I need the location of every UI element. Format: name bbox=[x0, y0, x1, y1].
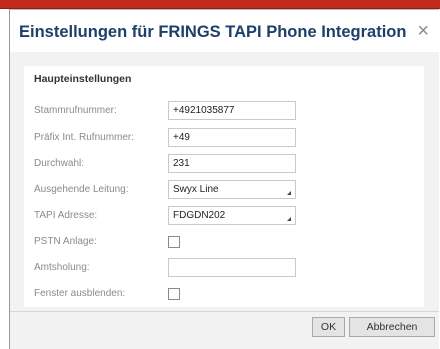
durchwahl-label: Durchwahl: bbox=[34, 158, 85, 169]
settings-dialog: Einstellungen für FRINGS TAPI Phone Inte… bbox=[9, 9, 439, 349]
fenster-ausblenden-label: Fenster ausblenden: bbox=[34, 288, 126, 299]
section-title: Haupteinstellungen bbox=[34, 73, 132, 85]
dialog-title: Einstellungen für FRINGS TAPI Phone Inte… bbox=[19, 23, 407, 41]
close-icon[interactable]: × bbox=[417, 21, 429, 41]
ausgehende-leitung-value: Swyx Line bbox=[173, 184, 219, 195]
durchwahl-input[interactable]: 231 bbox=[168, 154, 296, 173]
ausgehende-leitung-select[interactable]: Swyx Line bbox=[168, 180, 296, 199]
tapi-adresse-label: TAPI Adresse: bbox=[34, 210, 98, 221]
tapi-adresse-select[interactable]: FDGDN202 bbox=[168, 206, 296, 225]
cancel-button[interactable]: Abbrechen bbox=[349, 317, 435, 337]
dialog-titlebar: Einstellungen für FRINGS TAPI Phone Inte… bbox=[10, 10, 439, 52]
amtsholung-input[interactable] bbox=[168, 258, 296, 277]
fenster-ausblenden-checkbox[interactable] bbox=[168, 288, 180, 300]
stammrufnummer-input[interactable]: +4921035877 bbox=[168, 101, 296, 120]
ausgehende-leitung-label: Ausgehende Leitung: bbox=[34, 184, 129, 195]
pstn-anlage-label: PSTN Anlage: bbox=[34, 236, 97, 247]
app-header-strip bbox=[0, 0, 440, 9]
pstn-anlage-checkbox[interactable] bbox=[168, 236, 180, 248]
praefix-label: Präfix Int. Rufnummer: bbox=[34, 132, 135, 143]
footer-divider bbox=[10, 311, 439, 312]
amtsholung-label: Amtsholung: bbox=[34, 262, 90, 273]
dropdown-grip-icon bbox=[287, 191, 291, 195]
stammrufnummer-label: Stammrufnummer: bbox=[34, 105, 117, 116]
dropdown-grip-icon bbox=[287, 217, 291, 221]
settings-panel: Haupteinstellungen Stammrufnummer: +4921… bbox=[24, 66, 424, 307]
praefix-input[interactable]: +49 bbox=[168, 128, 296, 147]
tapi-adresse-value: FDGDN202 bbox=[173, 210, 226, 221]
ok-button[interactable]: OK bbox=[312, 317, 345, 337]
